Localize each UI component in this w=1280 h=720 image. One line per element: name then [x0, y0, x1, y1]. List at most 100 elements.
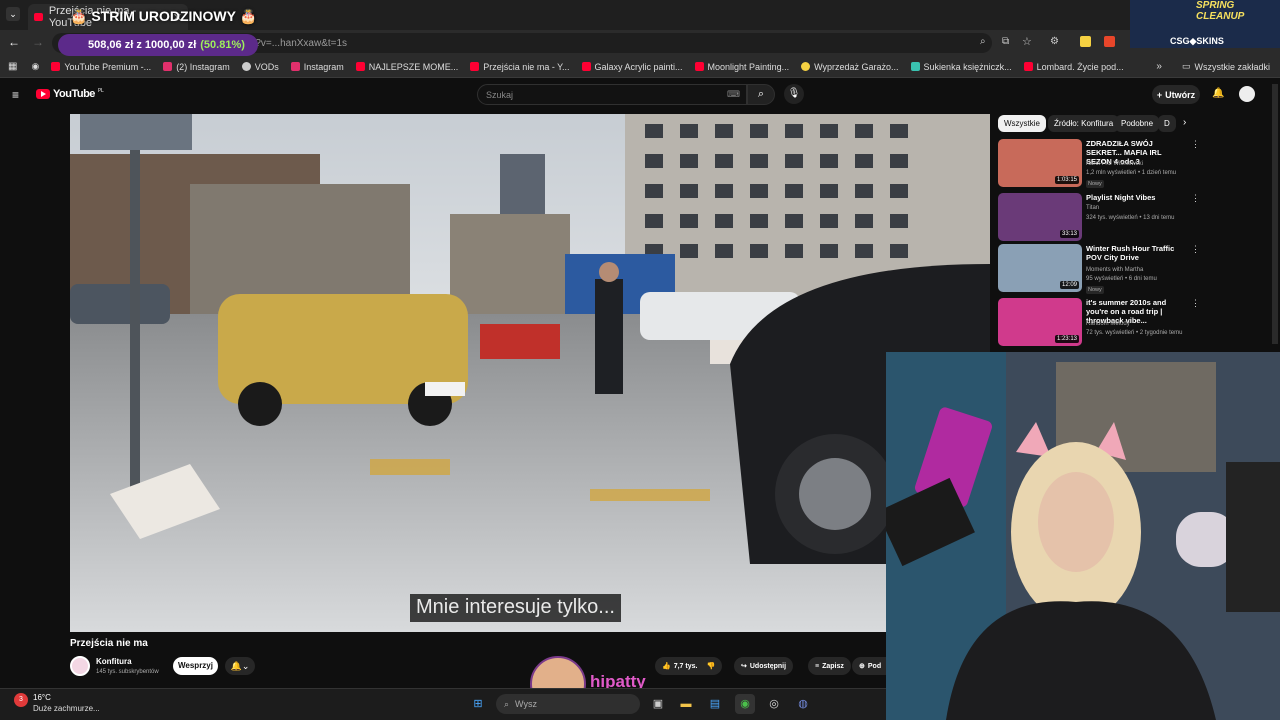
task-view-icon[interactable]: ▣ — [648, 694, 668, 714]
recommendation-item[interactable]: 1:23:13 it's summer 2010s and you're on … — [998, 298, 1273, 350]
search-icon: ⌕ — [757, 88, 765, 100]
video-player[interactable] — [70, 114, 990, 632]
recommendation-item[interactable]: 33:13 Playlist Night Vibes Titan 324 tys… — [998, 193, 1273, 245]
bookmark-item[interactable]: Sukienka księżniczk... — [910, 62, 1012, 72]
bookmark-item[interactable]: (2) Instagram — [163, 62, 230, 72]
create-button[interactable]: + Utwórz — [1152, 85, 1200, 104]
obs-icon[interactable]: ◎ — [764, 694, 784, 714]
taskbar-search-placeholder: Wysz — [515, 699, 537, 709]
donation-goal-bar: 508,06 zł z 1000,00 zł (50.81%) — [58, 34, 258, 56]
all-bookmarks-button[interactable]: ▭ Wszystkie zakładki — [1182, 61, 1270, 72]
taskbar-search[interactable]: ⌕ Wysz — [496, 694, 640, 714]
back-arrow-icon[interactable]: ← — [8, 35, 20, 49]
thumbs-down-icon[interactable]: 👎 — [706, 662, 715, 670]
extension-icon[interactable]: ⚙ — [1050, 36, 1059, 47]
avatar[interactable] — [1239, 86, 1255, 102]
bookmark-label: Instagram — [303, 61, 344, 72]
apps-grid-icon[interactable]: ▦ — [8, 61, 17, 72]
bookmark-item[interactable]: Lombard. Życie pod... — [1023, 62, 1124, 72]
channel-avatar[interactable] — [70, 656, 90, 676]
video-frame — [70, 114, 990, 632]
chevron-down-icon: ⌄ — [241, 661, 250, 671]
sponsor-title: SPRING CLEANUP — [1196, 0, 1245, 22]
youtube-favicon-icon — [34, 13, 43, 21]
tab-list-button[interactable]: ⌄ — [6, 7, 20, 21]
chrome-icon[interactable]: ◉ — [735, 694, 755, 714]
bookmark-item[interactable]: Moonlight Painting... — [694, 62, 789, 72]
youtube-logo[interactable]: YouTube PL — [36, 88, 104, 100]
video-title-main: Przejścia nie ma — [70, 638, 148, 649]
bookmark-item[interactable]: Galaxy Acrylic painti... — [581, 62, 683, 72]
video-thumbnail[interactable]: 33:13 — [998, 193, 1082, 241]
chip-related[interactable]: Podobne — [1115, 115, 1160, 132]
windows-start-icon[interactable]: ⊞ — [468, 694, 488, 714]
store-icon[interactable]: ▤ — [705, 694, 725, 714]
download-icon: ⊕ — [859, 663, 865, 670]
bookmark-item[interactable]: Instagram — [290, 61, 344, 72]
more-options-icon[interactable]: ⋮ — [1191, 139, 1200, 150]
youtube-play-icon — [36, 89, 50, 99]
support-button[interactable]: Wesprzyj — [173, 657, 218, 675]
keyboard-icon[interactable]: ⌨ — [727, 89, 740, 100]
channel-name[interactable]: Random Melody — [1086, 321, 1130, 327]
share-button[interactable]: ↪ Udostępnij — [734, 657, 794, 675]
recommendation-item[interactable]: 12:09 Winter Rush Hour Traffic POV City … — [998, 244, 1273, 296]
channel-name[interactable]: Moments with Martha — [1086, 267, 1143, 273]
chip-all[interactable]: Wszystkie — [998, 115, 1046, 132]
recommendation-item[interactable]: 1:03:15 ZDRADZIŁA SWÓJ SEKRET... MAFIA I… — [998, 139, 1273, 191]
more-bookmarks-icon[interactable]: » — [1156, 61, 1162, 72]
video-title[interactable]: Playlist Night Vibes — [1086, 193, 1186, 202]
bookmark-item[interactable]: Przejścia nie ma - Y... — [470, 62, 570, 72]
bookmark-item[interactable]: VODs — [241, 61, 279, 72]
more-options-icon[interactable]: ⋮ — [1191, 298, 1200, 309]
bookmark-item[interactable]: Wyprzedaż Garażo... — [801, 62, 899, 72]
bookmark-star-icon[interactable]: ☆ — [1022, 35, 1032, 48]
bookmark-favicon-icon — [241, 62, 251, 71]
weather-desc[interactable]: Duże zachmurze... — [33, 704, 100, 713]
duration-badge: 33:13 — [1059, 230, 1079, 238]
duration-badge: 1:23:13 — [1054, 335, 1079, 343]
more-actions-button[interactable]: ⊕ Pod — [852, 657, 886, 675]
bookmark-item[interactable]: NAJLEPSZE MOME... — [355, 61, 459, 72]
video-thumbnail[interactable]: 1:03:15 — [998, 139, 1082, 187]
voice-search-button[interactable]: 🎙 — [784, 84, 804, 104]
more-options-icon[interactable]: ⋮ — [1191, 193, 1200, 204]
video-thumbnail[interactable]: 1:23:13 — [998, 298, 1082, 346]
file-explorer-icon[interactable]: ▬ — [676, 694, 696, 714]
bell-icon[interactable]: 🔔 — [1212, 88, 1224, 99]
notification-bell-button[interactable]: 🔔⌄ — [225, 657, 255, 675]
new-badge: Nowy — [1086, 180, 1104, 188]
install-icon[interactable]: ⧉ — [1002, 36, 1009, 47]
bookmark-favicon-icon — [1023, 62, 1033, 71]
bookmark-favicon-icon — [801, 62, 811, 71]
github-icon[interactable]: ◉ — [31, 61, 39, 72]
video-subtitle: Mnie interesuje tylko... — [410, 594, 621, 622]
extension-icon[interactable] — [1080, 36, 1091, 47]
duration-badge: 1:03:15 — [1054, 176, 1079, 184]
chip-more[interactable]: D — [1158, 115, 1176, 132]
search-button[interactable]: ⌕ — [747, 84, 775, 105]
thumbs-up-icon: 👍 — [662, 663, 671, 670]
region-code: PL — [97, 88, 104, 94]
discord-icon[interactable]: ◍ — [793, 694, 813, 714]
bookmark-item[interactable]: YouTube Premium -... — [51, 62, 151, 72]
channel-name-main[interactable]: Konfitura — [96, 657, 132, 666]
chip-source[interactable]: Źródło: Konfitura — [1048, 115, 1120, 132]
extension-icon[interactable] — [1104, 36, 1115, 47]
video-thumbnail[interactable]: 12:09 — [998, 244, 1082, 292]
more-options-icon[interactable]: ⋮ — [1191, 244, 1200, 255]
bookmark-label: VODs — [254, 61, 279, 72]
video-title[interactable]: Winter Rush Hour Traffic POV City Drive — [1086, 244, 1186, 262]
forward-arrow-icon[interactable]: → — [32, 35, 44, 49]
bookmark-label: NAJLEPSZE MOME... — [368, 61, 459, 72]
weather-temp[interactable]: 16°C — [33, 693, 51, 702]
chevron-right-icon[interactable]: › — [1183, 117, 1186, 128]
channel-name[interactable]: Karol Friz Wiśniewski — [1086, 161, 1143, 167]
channel-name[interactable]: Titan — [1086, 205, 1099, 211]
search-input[interactable]: Szukaj ⌨ — [477, 84, 747, 105]
menu-icon[interactable]: ≡ — [12, 88, 19, 102]
like-button[interactable]: 👍 7,7 tys. 👎 — [655, 657, 723, 675]
zoom-icon[interactable]: ⌕ — [980, 36, 986, 47]
share-label: Udostępnij — [749, 662, 787, 670]
save-button[interactable]: ≡ Zapisz — [808, 657, 851, 675]
